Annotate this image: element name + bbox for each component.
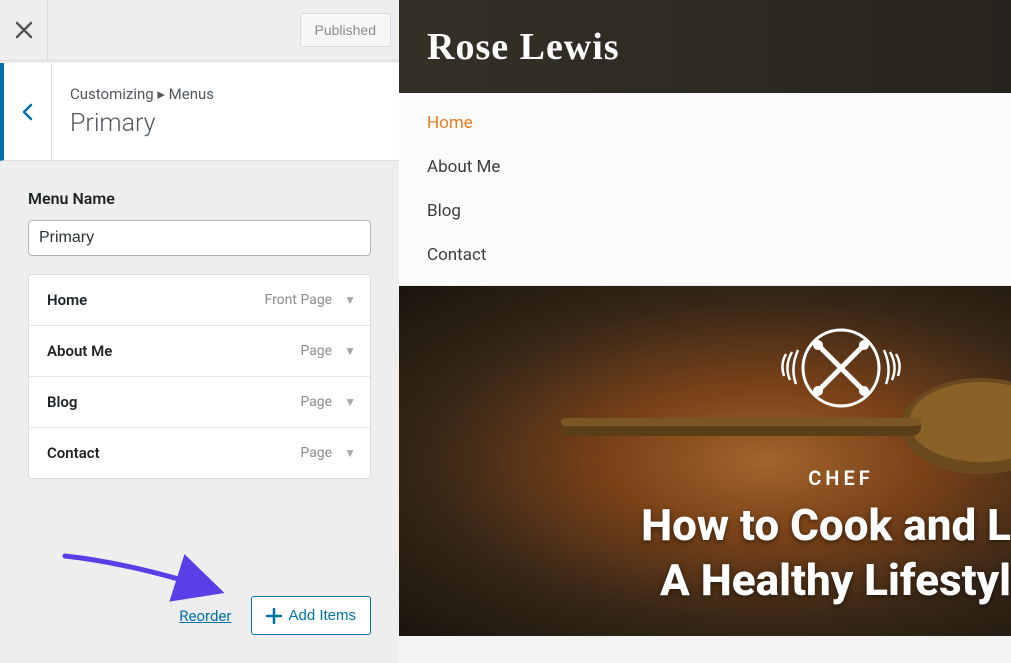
menu-name-label: Menu Name (28, 189, 371, 208)
hero-headline: How to Cook and L A Healthy Lifestyl (641, 498, 1011, 608)
menu-item-title: Blog (47, 393, 77, 411)
back-button[interactable] (4, 63, 52, 160)
chevron-down-icon: ▼ (344, 395, 356, 409)
menu-item-title: Contact (47, 444, 100, 462)
menu-item-title: Home (47, 291, 87, 309)
section-header: Customizing ▸ Menus Primary (0, 63, 399, 161)
close-icon (15, 21, 33, 39)
menu-item-row[interactable]: Home Front Page ▼ (29, 275, 370, 326)
chevron-down-icon: ▼ (344, 344, 356, 358)
customizer-sidebar: Published Customizing ▸ Menus Primary Me… (0, 0, 399, 663)
menu-item-row[interactable]: Contact Page ▼ (29, 428, 370, 478)
menu-item-title: About Me (47, 342, 112, 360)
menu-item-type: Page (300, 343, 332, 359)
customizer-top-bar: Published (0, 0, 399, 61)
menu-items-list: Home Front Page ▼ About Me Page ▼ Blog P… (28, 274, 371, 479)
headline-line-2: A Healthy Lifestyl (641, 553, 1011, 608)
badge-text: CHEF (808, 466, 874, 490)
breadcrumb-root: Customizing (70, 85, 154, 103)
reorder-link[interactable]: Reorder (179, 607, 231, 625)
chevron-down-icon: ▼ (344, 446, 356, 460)
menu-item-type: Page (300, 445, 332, 461)
breadcrumb: Customizing ▸ Menus (70, 85, 214, 103)
menu-item-type: Front Page (265, 292, 333, 308)
site-logo: Rose Lewis (427, 28, 620, 66)
bottom-actions: Reorder Add Items (0, 574, 399, 663)
menu-item-type: Page (300, 394, 332, 410)
close-button[interactable] (0, 0, 48, 61)
chef-badge: CHEF (741, 298, 941, 498)
preview-header: Rose Lewis (399, 0, 1011, 93)
nav-link-blog[interactable]: Blog (427, 189, 983, 233)
breadcrumb-separator: ▸ (157, 85, 168, 103)
site-preview: Rose Lewis Home About Me Blog Contact (399, 0, 1011, 663)
breadcrumb-current: Menus (169, 85, 214, 103)
hero-section: CHEF How to Cook and L A Healthy Lifesty… (399, 286, 1011, 636)
chevron-down-icon: ▼ (344, 293, 356, 307)
chef-badge-icon (766, 306, 916, 456)
add-items-label: Add Items (288, 607, 356, 624)
preview-nav: Home About Me Blog Contact (399, 93, 1011, 286)
section-titles: Customizing ▸ Menus Primary (52, 71, 232, 152)
add-items-button[interactable]: Add Items (251, 596, 371, 635)
publish-button[interactable]: Published (300, 13, 392, 47)
panel-body: Menu Name Home Front Page ▼ About Me Pag… (0, 161, 399, 574)
menu-item-row[interactable]: About Me Page ▼ (29, 326, 370, 377)
nav-link-about[interactable]: About Me (427, 145, 983, 189)
headline-line-1: How to Cook and L (641, 498, 1011, 553)
menu-name-input[interactable] (28, 220, 371, 256)
chevron-left-icon (21, 102, 35, 122)
menu-item-row[interactable]: Blog Page ▼ (29, 377, 370, 428)
nav-link-contact[interactable]: Contact (427, 233, 983, 277)
nav-link-home[interactable]: Home (427, 101, 983, 145)
plus-icon (266, 608, 282, 624)
section-title: Primary (70, 109, 214, 138)
